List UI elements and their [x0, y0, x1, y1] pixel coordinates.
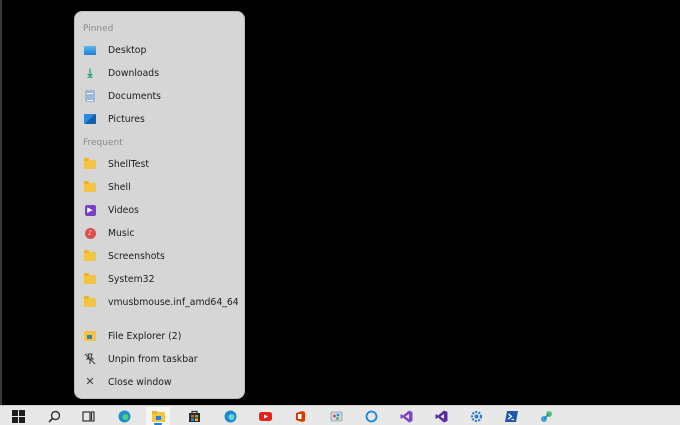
item-label: Music	[108, 227, 135, 239]
file-explorer-icon	[151, 410, 165, 422]
task-file-explorer[interactable]: File Explorer (2)	[80, 326, 239, 346]
folder-icon	[84, 180, 96, 193]
youtube-icon	[258, 411, 272, 421]
task-view-button[interactable]	[76, 407, 100, 425]
documents-icon	[84, 90, 96, 102]
folder-icon	[84, 249, 96, 262]
frequent-item-videos[interactable]: ▶ Videos	[80, 200, 239, 220]
task-close-window[interactable]: ✕ Close window	[80, 372, 239, 392]
folder-icon	[84, 295, 96, 308]
folder-icon	[84, 272, 96, 285]
cortana-button[interactable]	[359, 407, 383, 425]
file-explorer-icon	[84, 330, 96, 342]
pinned-item-pictures[interactable]: Pictures	[80, 109, 239, 129]
edge-beta-icon	[224, 410, 236, 422]
powershell-icon	[504, 410, 518, 422]
search-icon	[47, 410, 60, 423]
start-button[interactable]	[6, 407, 30, 425]
paint-icon	[330, 411, 342, 421]
music-icon: ♪	[84, 227, 96, 239]
paint-button[interactable]	[324, 407, 348, 425]
edge-icon	[118, 410, 130, 422]
file-explorer-button[interactable]	[146, 407, 170, 425]
edge-button[interactable]	[112, 407, 136, 425]
frequent-item-screenshots[interactable]: Screenshots	[80, 246, 239, 266]
frequent-item-vmusbmouse[interactable]: vmusbmouse.inf_amd64_64ac7a0a...	[80, 292, 239, 312]
store-icon	[188, 410, 200, 422]
visual-studio-preview-icon	[435, 410, 447, 422]
cortana-icon	[365, 410, 377, 422]
screen-edge	[0, 0, 2, 405]
item-label: Unpin from taskbar	[108, 353, 198, 365]
file-explorer-jump-list: Pinned Desktop ⤓ Downloads Documents Pic…	[75, 12, 244, 398]
app-button[interactable]	[534, 407, 558, 425]
youtube-button[interactable]	[253, 407, 277, 425]
item-label: Videos	[108, 204, 139, 216]
settings-button[interactable]	[464, 407, 488, 425]
taskbar	[0, 405, 680, 425]
item-label: vmusbmouse.inf_amd64_64ac7a0a...	[108, 296, 239, 308]
frequent-item-music[interactable]: ♪ Music	[80, 223, 239, 243]
downloads-icon: ⤓	[87, 66, 93, 80]
item-label: Pictures	[108, 113, 145, 125]
frequent-item-shelltest[interactable]: ShellTest	[80, 154, 239, 174]
item-label: Screenshots	[108, 250, 165, 262]
item-label: File Explorer (2)	[108, 330, 182, 342]
office-icon	[295, 410, 305, 422]
powershell-button[interactable]	[499, 407, 523, 425]
desktop-icon	[84, 44, 96, 56]
item-label: Close window	[108, 376, 172, 388]
frequent-header: Frequent	[83, 138, 123, 148]
store-button[interactable]	[182, 407, 206, 425]
office-button[interactable]	[288, 407, 312, 425]
unpin-icon	[84, 353, 96, 365]
start-icon	[11, 409, 25, 423]
search-button[interactable]	[42, 407, 66, 425]
item-label: Shell	[108, 181, 131, 193]
pinned-header: Pinned	[83, 24, 114, 34]
videos-icon: ▶	[84, 204, 96, 216]
frequent-item-shell[interactable]: Shell	[80, 177, 239, 197]
pictures-icon	[84, 113, 96, 125]
visual-studio-button[interactable]	[394, 407, 418, 425]
edge-beta-button[interactable]	[218, 407, 242, 425]
item-label: Downloads	[108, 67, 160, 79]
visual-studio-preview-button[interactable]	[429, 407, 453, 425]
item-label: Desktop	[108, 44, 147, 56]
task-unpin-from-taskbar[interactable]: Unpin from taskbar	[80, 349, 239, 369]
task-view-icon	[81, 410, 95, 422]
pinned-item-documents[interactable]: Documents	[80, 86, 239, 106]
item-label: System32	[108, 273, 155, 285]
app-icon	[540, 410, 552, 422]
close-icon: ✕	[85, 375, 95, 388]
item-label: ShellTest	[108, 158, 149, 170]
item-label: Documents	[108, 90, 162, 102]
pinned-item-downloads[interactable]: ⤓ Downloads	[80, 63, 239, 83]
folder-icon	[84, 157, 96, 170]
settings-icon	[470, 410, 482, 422]
visual-studio-icon	[400, 410, 412, 422]
pinned-item-desktop[interactable]: Desktop	[80, 40, 239, 60]
frequent-item-system32[interactable]: System32	[80, 269, 239, 289]
